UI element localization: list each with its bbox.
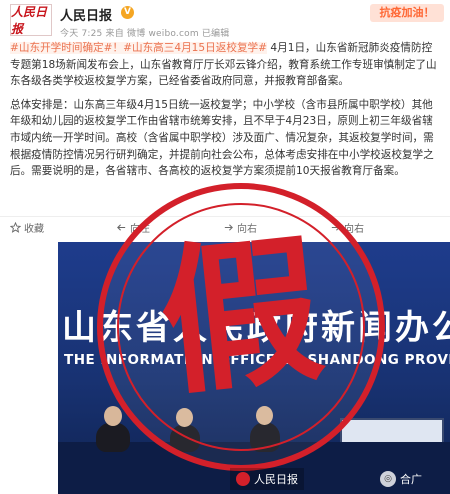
verified-badge-icon: V bbox=[121, 6, 134, 19]
promo-button[interactable]: 抗疫加油！ bbox=[370, 4, 444, 22]
wechat-icon: ◎ bbox=[380, 471, 396, 487]
fake-stamp: 假 bbox=[97, 183, 385, 471]
stamp-character: 假 bbox=[151, 214, 331, 418]
watermark-text: 人民日报 bbox=[254, 473, 298, 486]
hashtag-link[interactable]: #山东开学时间确定#！#山东高三4月15日返校复学# bbox=[10, 42, 268, 54]
image-watermark-2: ◎ 合广 bbox=[380, 468, 422, 490]
person bbox=[96, 422, 130, 452]
watermark2-text: 合广 bbox=[400, 473, 422, 486]
arrow-left-icon bbox=[117, 224, 126, 231]
weibo-logo-icon bbox=[236, 472, 250, 486]
post-header: 人民日报 人民日报 V 今天 7:25 来自 微博 weibo.com 已编辑 … bbox=[0, 0, 450, 42]
post-paragraph: 总体安排是：山东高三年级4月15日统一返校复学；中小学校（含市县所属中职学校）其… bbox=[10, 98, 434, 178]
star-icon bbox=[10, 222, 21, 233]
post-paragraph: #山东开学时间确定#！#山东高三4月15日返校复学# 4月1日，山东省新冠肺炎疫… bbox=[10, 40, 442, 90]
account-name[interactable]: 人民日报 bbox=[60, 5, 112, 24]
image-watermark: 人民日报 bbox=[230, 468, 304, 490]
collect-button[interactable]: 收藏 bbox=[10, 220, 44, 235]
avatar[interactable]: 人民日报 bbox=[10, 4, 52, 36]
collect-label: 收藏 bbox=[24, 224, 44, 235]
post-meta: 今天 7:25 来自 微博 weibo.com 已编辑 bbox=[60, 29, 230, 39]
post-body: #山东开学时间确定#！#山东高三4月15日返校复学# 4月1日，山东省新冠肺炎疫… bbox=[10, 40, 442, 187]
